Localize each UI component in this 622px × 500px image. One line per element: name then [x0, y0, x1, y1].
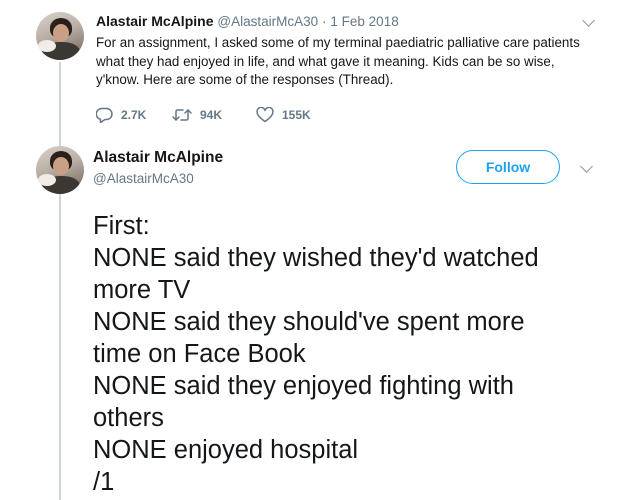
avatar[interactable]	[36, 146, 84, 194]
like-button[interactable]: 155K	[256, 106, 311, 124]
author-handle[interactable]: @AlastairMcA30	[93, 170, 194, 188]
tweet-header: Alastair McAlpine @AlastairMcA30 · 1 Feb…	[96, 12, 399, 31]
tweet-text-line: more TV	[93, 276, 191, 304]
reply-icon	[96, 107, 113, 123]
tweet-text-line: NONE said they enjoyed fighting with	[93, 372, 514, 400]
avatar[interactable]	[36, 12, 84, 60]
chevron-down-icon[interactable]	[580, 160, 593, 173]
tweet-date[interactable]: 1 Feb 2018	[330, 14, 398, 29]
author-handle[interactable]: @AlastairMcA30	[217, 14, 318, 29]
author-name[interactable]: Alastair McAlpine	[93, 148, 223, 168]
retweet-count: 94K	[200, 108, 223, 122]
tweet-text-line: what they had enjoyed in life, and what …	[96, 53, 555, 69]
author-name[interactable]: Alastair McAlpine	[96, 13, 213, 29]
tweet-text-line: y'know. Here are some of the responses (…	[96, 72, 394, 87]
reply-button[interactable]: 2.7K	[96, 106, 146, 124]
tweet-text-line: NONE said they should've spent more	[93, 308, 525, 336]
tweet-text: For an assignment, I asked some of my te…	[96, 34, 606, 90]
tweet-text-line: First:	[93, 212, 150, 240]
tweet-text: First: NONE said they wished they'd watc…	[93, 210, 613, 498]
tweet-text-line: NONE said they wished they'd watched	[93, 244, 539, 272]
tweet-text-line: NONE enjoyed hospital	[93, 436, 359, 464]
tweet-text-line: For an assignment, I asked some of my te…	[96, 35, 580, 50]
tweet-text-line: time on Face Book	[93, 340, 306, 368]
thread-connector-line	[59, 62, 61, 500]
tweet-text-line: /1	[93, 468, 115, 496]
reply-count: 2.7K	[121, 108, 147, 122]
heart-icon	[256, 107, 274, 123]
chevron-down-icon[interactable]	[582, 14, 595, 27]
like-count: 155K	[282, 108, 311, 122]
follow-button[interactable]: Follow	[456, 150, 560, 184]
retweet-icon	[172, 109, 192, 121]
retweet-button[interactable]: 94K	[172, 106, 222, 124]
tweet-text-line: others	[93, 404, 164, 432]
date-separator: ·	[322, 14, 327, 29]
